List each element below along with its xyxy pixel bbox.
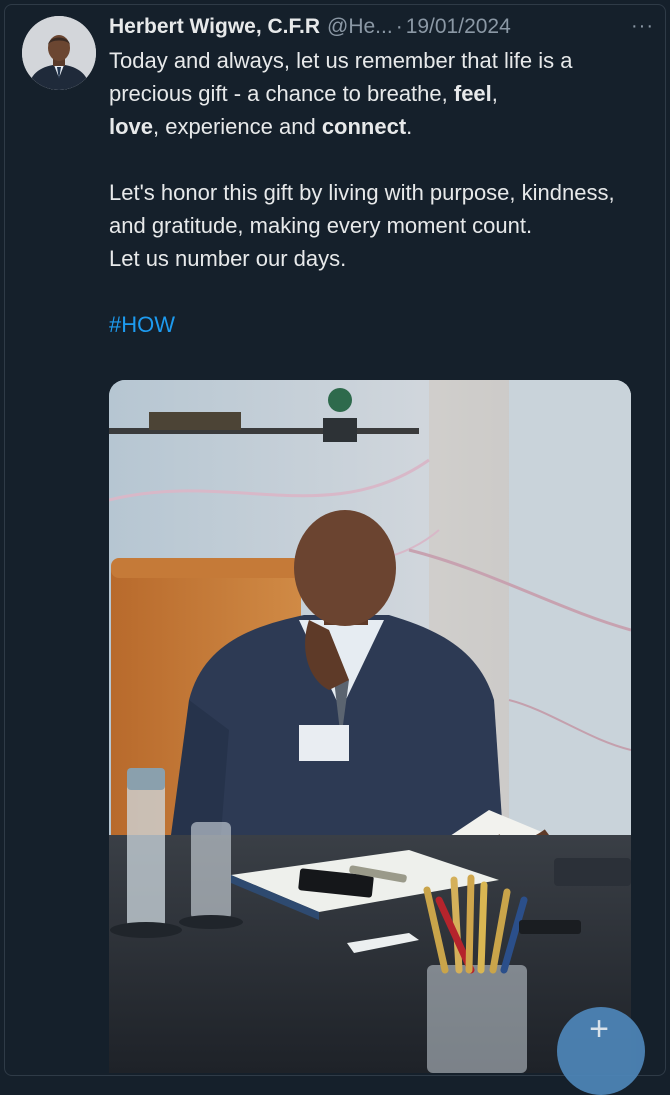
bold-word-connect: connect [321, 114, 407, 139]
text-segment: , experience and [153, 114, 322, 139]
tweet-text: Today and always, let us remember that l… [109, 44, 649, 341]
header-separator: · [395, 15, 403, 38]
author-name[interactable]: Herbert Wigwe, C.F.R [109, 12, 320, 42]
hashtag-link[interactable]: #HOW [109, 308, 649, 341]
compose-button[interactable]: + [557, 1007, 645, 1095]
tweet-paragraph-2: Let's honor this gift by living with pur… [109, 180, 615, 238]
bold-word-feel: feel [453, 81, 492, 106]
author-avatar[interactable] [22, 16, 96, 90]
tweet-image[interactable] [109, 380, 631, 1073]
plus-icon: + [589, 1010, 609, 1048]
author-photo [22, 16, 96, 90]
text-segment: , [491, 81, 498, 106]
text-segment: Today and always, let us remember that l… [109, 48, 573, 106]
tweet-date[interactable]: 19/01/2024 [406, 12, 511, 42]
text-segment: . [406, 114, 413, 139]
tweet-paragraph-1: Today and always, let us remember that l… [109, 44, 649, 143]
tweet-paragraph-3: Let us number our days. [109, 246, 347, 271]
office-photo [109, 380, 631, 1073]
bold-word-love: love [109, 114, 154, 139]
more-options-icon[interactable]: ··· [631, 12, 654, 40]
tweet-header: Herbert Wigwe, C.F.R @He... · 19/01/2024 [109, 12, 644, 42]
author-handle[interactable]: @He... [327, 12, 393, 42]
